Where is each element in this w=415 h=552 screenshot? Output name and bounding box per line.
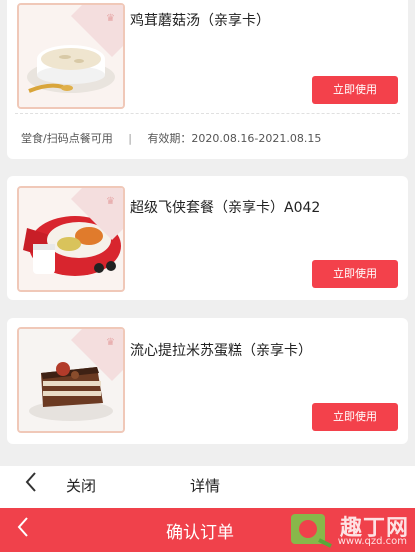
coupon-card-super-wings-set: ♛ 超级飞侠套餐（亲享卡）A042 立即使用: [7, 176, 408, 300]
watermark-logo: [291, 514, 332, 548]
coupon-thumbnail: ♛: [17, 327, 125, 433]
crown-icon: ♛: [106, 337, 115, 348]
sheet-action-bar: 关闭 详情: [0, 466, 415, 508]
page-title: 确认订单: [166, 523, 234, 543]
use-now-button[interactable]: 立即使用: [312, 76, 398, 104]
coupon-title: 流心提拉米苏蛋糕（亲享卡）: [130, 343, 312, 359]
coupon-meta: 堂食/扫码点餐可用 | 有效期：2020.08.16-2021.08.15: [21, 130, 321, 146]
crown-icon: ♛: [106, 13, 115, 24]
confirm-order-header: 确认订单 趣丁网 www.qzd.com: [0, 508, 415, 552]
use-now-button[interactable]: 立即使用: [312, 403, 398, 431]
coupon-title: 鸡茸蘑菇汤（亲享卡）: [130, 13, 270, 29]
watermark-url: www.qzd.com: [337, 536, 407, 547]
use-now-button[interactable]: 立即使用: [312, 260, 398, 288]
detail-button[interactable]: 详情: [190, 475, 220, 496]
chevron-left-icon[interactable]: [24, 470, 38, 500]
coupon-title: 超级飞侠套餐（亲享卡）A042: [130, 200, 321, 216]
coupon-thumbnail: ♛: [17, 186, 125, 292]
crown-icon: ♛: [106, 196, 115, 207]
back-icon[interactable]: [16, 514, 30, 546]
meta-separator: |: [128, 132, 132, 145]
usage-scope: 堂食/扫码点餐可用: [21, 132, 113, 145]
coupon-thumbnail: ♛: [17, 3, 125, 109]
validity-period: 有效期：2020.08.16-2021.08.15: [147, 132, 322, 145]
close-button[interactable]: 关闭: [66, 475, 96, 496]
dashed-divider: [15, 113, 400, 114]
coupon-card-tiramisu-cake: ♛ 流心提拉米苏蛋糕（亲享卡） 立即使用: [7, 318, 408, 444]
coupon-card-mushroom-soup: ♛ 鸡茸蘑菇汤（亲享卡） 立即使用 堂食/扫码点餐可用 | 有效期：2020.0…: [7, 0, 408, 159]
